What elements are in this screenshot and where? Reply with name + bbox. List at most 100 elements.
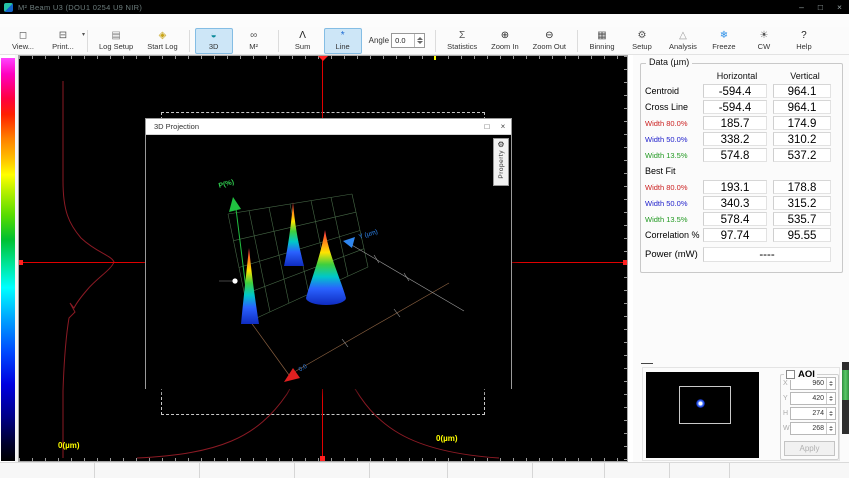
crosshair-right-marker[interactable] — [623, 260, 627, 265]
property-tab-label: Property — [498, 150, 505, 179]
power-label: Power (mW) — [645, 249, 703, 260]
toolbar-button[interactable]: ❄ Freeze — [705, 28, 743, 54]
spin-down-icon[interactable] — [829, 429, 833, 431]
3d-maximize-icon[interactable]: □ — [479, 119, 495, 134]
toolbar-button[interactable]: * Line — [324, 28, 362, 54]
close-icon[interactable]: × — [830, 0, 849, 14]
toolbar-button[interactable]: ☀ CW — [745, 28, 783, 54]
toolbar-separator — [189, 30, 190, 52]
spin-down-icon[interactable] — [417, 41, 423, 44]
title-bar: M² Beam U3 (DOU1 0254 U9 NIR) – □ × — [0, 0, 849, 14]
crosshair-top-marker[interactable] — [318, 56, 328, 61]
table-row: Width 13.5% 574.8 537.2 — [641, 147, 842, 163]
scrollbar-thumb[interactable] — [842, 370, 849, 400]
angle-spinner[interactable] — [414, 34, 424, 47]
toolbar-button[interactable]: ◒ 3D — [195, 28, 233, 54]
toolbar-separator — [577, 30, 578, 52]
toolbar-button[interactable]: ∞ M² — [235, 28, 273, 54]
table-row: Cross Line -594.4 964.1 — [641, 99, 842, 115]
spin-down-icon[interactable] — [829, 399, 833, 401]
panel-tabs — [641, 349, 709, 364]
3d-window-titlebar[interactable]: 3D Projection □ × — [146, 119, 511, 135]
field-spinner[interactable] — [826, 393, 835, 404]
spin-up-icon[interactable] — [829, 426, 833, 428]
toolbar-button[interactable]: ◈ Start Log — [141, 28, 183, 54]
table-row: Width 13.5% 578.4 535.7 — [641, 211, 842, 227]
spin-up-icon[interactable] — [829, 381, 833, 383]
field-spinner[interactable] — [826, 408, 835, 419]
camera-preview[interactable] — [646, 372, 759, 458]
aoi-label: AOI — [798, 369, 815, 380]
spin-up-icon[interactable] — [829, 396, 833, 398]
apply-button[interactable]: Apply — [784, 441, 835, 456]
field-spinner[interactable] — [826, 423, 835, 434]
angle-control: Angle 0.0 — [369, 33, 425, 48]
aoi-field-input[interactable]: 420 — [790, 392, 836, 405]
beam-spot — [696, 399, 705, 408]
status-item — [95, 463, 200, 478]
toolbar-button[interactable]: ⊟ Print... — [44, 28, 82, 54]
vertical-value: 174.9 — [773, 116, 831, 130]
menu-bar — [0, 14, 849, 27]
spin-up-icon[interactable] — [829, 411, 833, 413]
spin-down-icon[interactable] — [829, 384, 833, 386]
angle-input[interactable]: 0.0 — [391, 33, 425, 48]
table-row: Width 80.0% 185.7 174.9 — [641, 115, 842, 131]
status-item — [370, 463, 448, 478]
vertical-value: 95.55 — [773, 228, 831, 242]
status-item — [605, 463, 670, 478]
spin-up-icon[interactable] — [417, 37, 423, 40]
x-axis-origin-label: 0(µm) — [436, 434, 458, 443]
measurement-panel: Data (µm) Horizontal Vertical Centroid -… — [633, 55, 849, 462]
horizontal-value: 97.74 — [703, 228, 767, 242]
field-spinner[interactable] — [826, 378, 835, 389]
aoi-field-input[interactable]: 274 — [790, 407, 836, 420]
crosshair-left-marker[interactable] — [19, 260, 23, 265]
toolbar-button[interactable]: Σ Statistics — [441, 28, 483, 54]
toolbar-separator — [278, 30, 279, 52]
status-item — [533, 463, 605, 478]
horizontal-value: -594.4 — [703, 100, 767, 114]
app-window: M² Beam U3 (DOU1 0254 U9 NIR) – □ × ◻ Vi… — [0, 0, 849, 478]
toolbar-button[interactable]: △ Analysis — [663, 28, 703, 54]
status-item — [730, 463, 849, 478]
intensity-colorbar — [1, 56, 15, 461]
window-title: M² Beam U3 (DOU1 0254 U9 NIR) — [18, 3, 142, 12]
y-axis-origin-label: 0(µm) — [58, 441, 80, 450]
panel-tab[interactable] — [641, 362, 653, 364]
toolbar-button[interactable]: ▦ Binning — [583, 28, 621, 54]
help-icon: ? — [801, 30, 807, 42]
view-tab-page: AOI X 960 Y 420 H 274 — [642, 367, 840, 461]
toolbar-separator — [87, 30, 88, 52]
m2-icon: ∞ — [250, 30, 257, 42]
property-tab[interactable]: ⚙ Property — [493, 138, 509, 186]
window-controls: – □ × — [792, 0, 849, 14]
zoom-in-icon: ⊕ — [501, 30, 509, 42]
minimize-icon[interactable]: – — [792, 0, 811, 14]
angle-value: 0.0 — [392, 36, 414, 45]
3d-projection-window[interactable]: 3D Projection □ × — [145, 118, 512, 389]
toolbar-button[interactable]: ⊖ Zoom Out — [527, 28, 572, 54]
toolbar-button[interactable]: ⊕ Zoom In — [485, 28, 525, 54]
aoi-checkbox[interactable] — [786, 370, 795, 379]
3d-plot-area[interactable]: P(%) Y (µm) 0.0 ⚙ Property — [146, 135, 511, 389]
toolbar-button[interactable]: ⚙ Setup — [623, 28, 661, 54]
toolbar-button[interactable]: ? Help — [785, 28, 823, 54]
3d-window-title: 3D Projection — [146, 122, 479, 131]
toolbar: ◻ View... ⊟ Print... ▤ Log Setup ◈ Start… — [0, 27, 849, 55]
crosshair-bottom-marker[interactable] — [320, 456, 325, 461]
3d-close-icon[interactable]: × — [495, 119, 511, 134]
spin-down-icon[interactable] — [829, 414, 833, 416]
toolbar-button[interactable]: ▤ Log Setup — [93, 28, 139, 54]
toolbar-button[interactable]: Λ Sum — [284, 28, 322, 54]
horizontal-value: 185.7 — [703, 116, 767, 130]
panel-scrollbar[interactable] — [842, 362, 849, 434]
maximize-icon[interactable]: □ — [811, 0, 830, 14]
data-table-rows: Centroid -594.4 964.1 Cross Line -594.4 … — [641, 83, 842, 243]
aoi-preview-rect[interactable] — [679, 386, 731, 424]
aoi-field-input[interactable]: 268 — [790, 422, 836, 435]
analysis-icon: △ — [679, 30, 687, 42]
table-row: Correlation % 97.74 95.55 — [641, 227, 842, 243]
toolbar-button[interactable]: ◻ View... — [4, 28, 42, 54]
data-group-label: Data (µm) — [646, 57, 692, 67]
